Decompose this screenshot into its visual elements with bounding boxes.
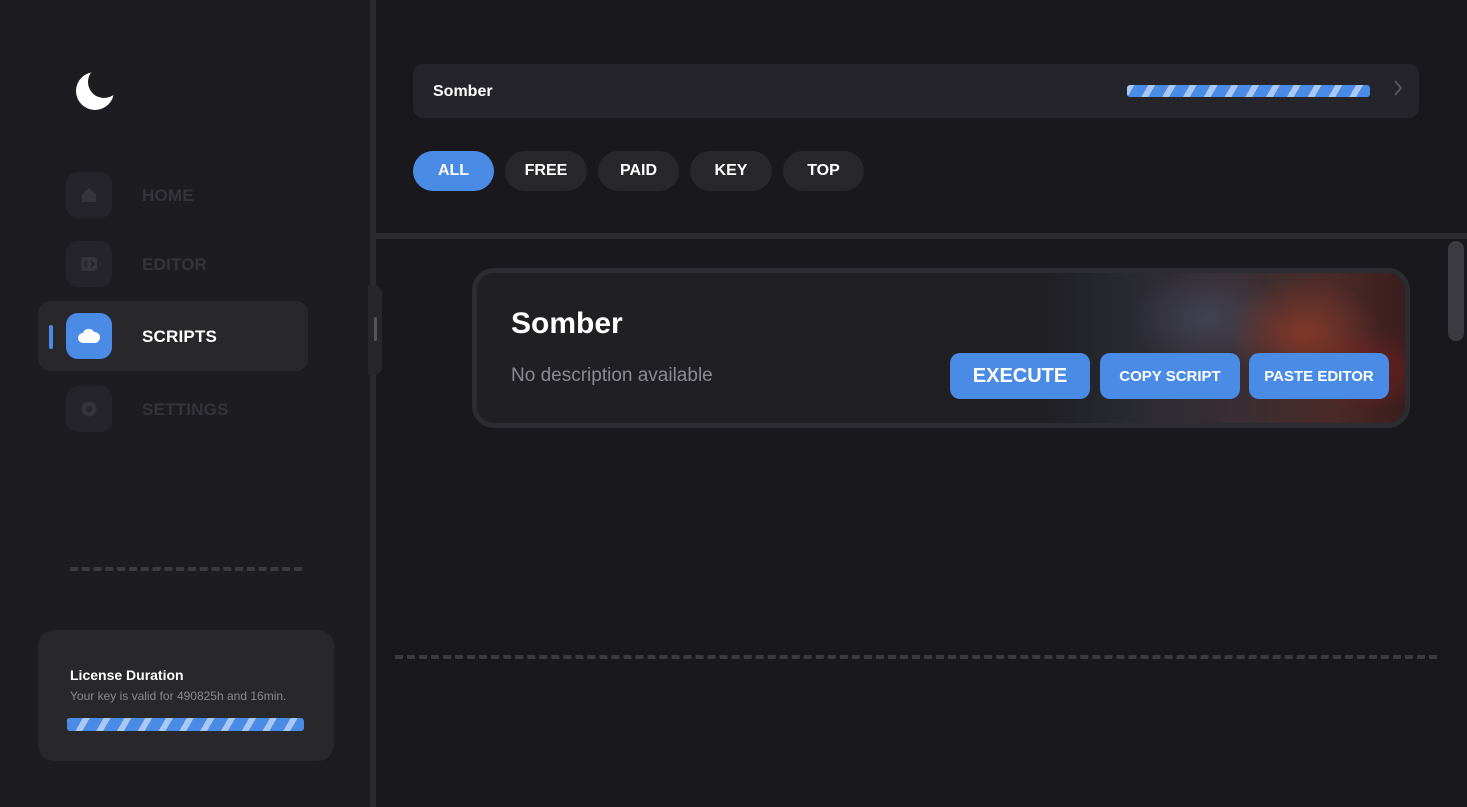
license-panel: License Duration Your key is valid for 4… [38, 630, 334, 761]
scrollbar[interactable] [1448, 241, 1464, 341]
tab-key[interactable]: KEY [690, 151, 772, 191]
content-dashed-divider [395, 655, 1437, 659]
sidebar-item-label: HOME [142, 186, 194, 205]
sidebar-item-label: EDITOR [142, 255, 208, 274]
sidebar-divider [70, 567, 302, 571]
tab-top[interactable]: TOP [783, 151, 864, 191]
gear-icon [66, 386, 112, 432]
sidebar-item-editor[interactable]: EDITOR [38, 229, 308, 299]
script-description: No description available [511, 365, 713, 386]
sidebar-item-label: SCRIPTS [142, 327, 218, 346]
script-thumbnail [1045, 273, 1405, 423]
paste-editor-button[interactable]: PASTE EDITOR [1249, 353, 1389, 399]
sidebar-item-home[interactable]: HOME [38, 160, 308, 230]
crescent-moon-icon [74, 66, 120, 112]
sidebar-item-label: SETTINGS [142, 400, 229, 419]
license-title: License Duration [70, 667, 184, 683]
sidebar-divider-vertical [370, 0, 376, 807]
execute-button[interactable]: EXECUTE [950, 353, 1090, 399]
sidebar-resize-handle[interactable] [368, 285, 382, 375]
script-card: Somber No description available EXECUTE … [472, 268, 1410, 428]
sidebar-item-settings[interactable]: SETTINGS [38, 374, 308, 444]
license-subtitle: Your key is valid for 490825h and 16min. [70, 689, 287, 703]
header-title: Somber [433, 83, 493, 100]
tab-paid[interactable]: PAID [598, 151, 679, 191]
tab-free[interactable]: FREE [505, 151, 587, 191]
copy-script-button[interactable]: COPY SCRIPT [1100, 353, 1240, 399]
tab-all[interactable]: ALL [413, 151, 494, 191]
header-progress-bar [1127, 85, 1370, 97]
script-header-bar[interactable]: Somber [413, 64, 1419, 118]
code-icon [66, 241, 112, 287]
home-icon [66, 172, 112, 218]
license-progress-bar [67, 718, 304, 731]
content-divider [376, 233, 1467, 239]
active-indicator [49, 325, 53, 349]
sidebar: HOME EDITOR SCRIPTS SETTINGS License Dur… [0, 0, 370, 807]
script-title: Somber [511, 307, 623, 340]
chevron-right-icon[interactable] [1393, 79, 1403, 103]
sidebar-item-scripts[interactable]: SCRIPTS [38, 301, 308, 371]
cloud-icon [66, 313, 112, 359]
